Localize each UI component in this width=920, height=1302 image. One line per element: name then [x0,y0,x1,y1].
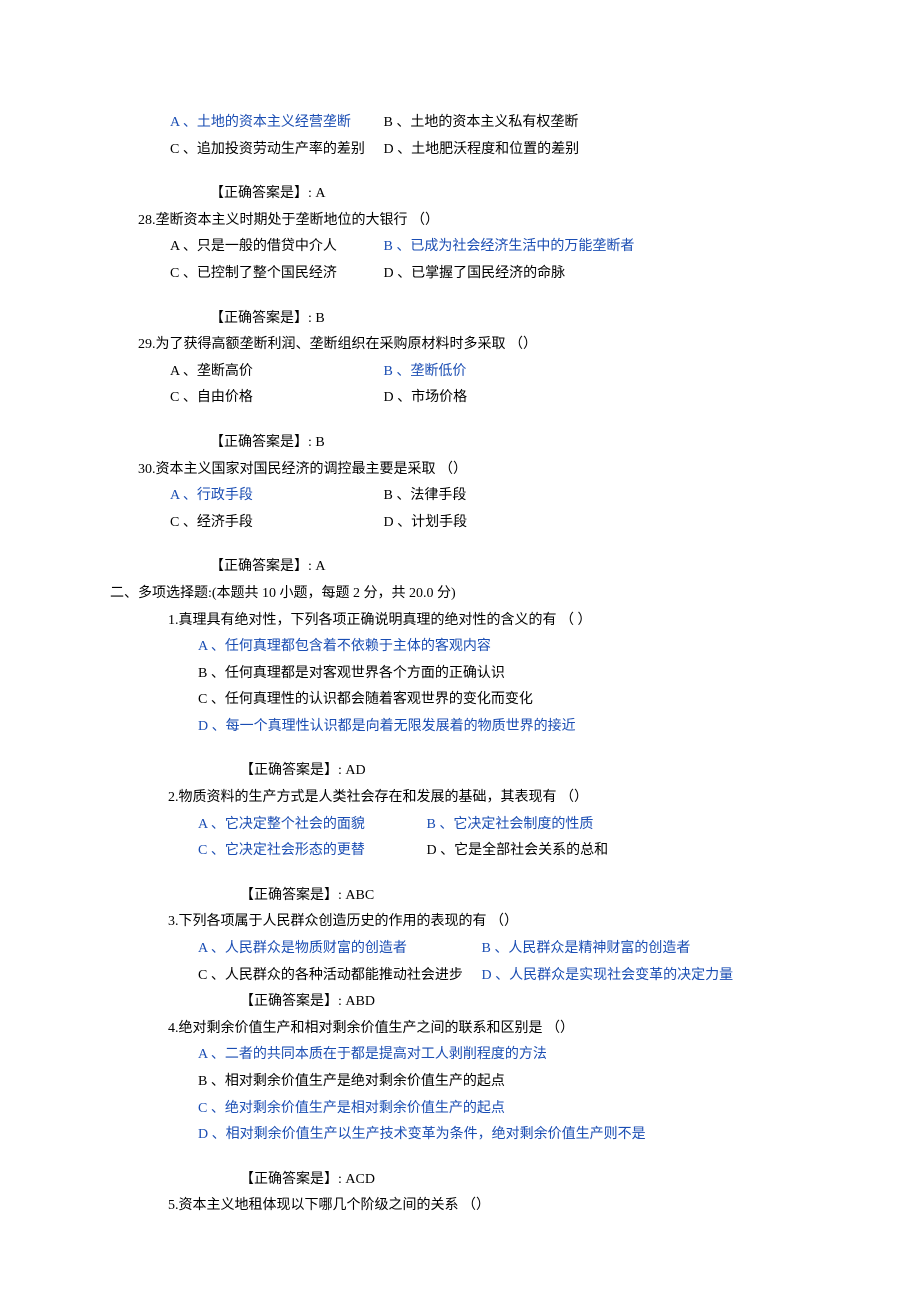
m2-options-row1: A 、它决定整个社会的面貌 B 、它决定社会制度的性质 [198,812,785,839]
q30-option-c: C 、经济手段 [170,510,380,537]
m4-option-a: A 、二者的共同本质在于都是提高对工人剥削程度的方法 [198,1042,785,1069]
m1-answer: 【正确答案是】: AD [240,758,785,785]
m4-option-d: D 、相对剩余价值生产以生产技术变革为条件，绝对剩余价值生产则不是 [198,1122,785,1149]
q28-stem: 28.垄断资本主义时期处于垄断地位的大银行 （） [138,208,785,235]
m1-option-c: C 、任何真理性的认识都会随着客观世界的变化而变化 [198,687,785,714]
q29-option-a: A 、垄断高价 [170,359,380,386]
q30-answer: 【正确答案是】: A [210,554,785,581]
q29-answer: 【正确答案是】: B [210,430,785,457]
section2-title: 二、多项选择题:(本题共 10 小题，每题 2 分，共 20.0 分) [110,581,785,608]
q30-stem: 30.资本主义国家对国民经济的调控最主要是采取 （） [138,457,785,484]
m2-option-c: C 、它决定社会形态的更替 [198,838,423,865]
q29-options-row1: A 、垄断高价 B 、垄断低价 [170,359,785,386]
m1-option-b: B 、任何真理都是对客观世界各个方面的正确认识 [198,661,785,688]
m2-stem: 2.物质资料的生产方式是人类社会存在和发展的基础，其表现有 （） [168,785,785,812]
q30-options-row1: A 、行政手段 B 、法律手段 [170,483,785,510]
q28-option-d: D 、已掌握了国民经济的命脉 [384,261,566,288]
m3-option-d: D 、人民群众是实现社会变革的决定力量 [482,963,734,990]
q28-options-row1: A 、只是一般的借贷中介人 B 、已成为社会经济生活中的万能垄断者 [170,234,785,261]
m1-option-a: A 、任何真理都包含着不依赖于主体的客观内容 [198,634,785,661]
m3-options-row2: C 、人民群众的各种活动都能推动社会进步 D 、人民群众是实现社会变革的决定力量 [198,963,785,990]
m1-stem: 1.真理具有绝对性，下列各项正确说明真理的绝对性的含义的有 （ ） [168,608,785,635]
m3-option-c: C 、人民群众的各种活动都能推动社会进步 [198,963,478,990]
q28-option-b: B 、已成为社会经济生活中的万能垄断者 [384,234,635,261]
q28-answer: 【正确答案是】: B [210,306,785,333]
q27-option-b: B 、土地的资本主义私有权垄断 [384,110,594,137]
m2-option-b: B 、它决定社会制度的性质 [427,812,594,839]
q30-option-b: B 、法律手段 [384,483,467,510]
q27-options-row2: C 、追加投资劳动生产率的差别 D 、土地肥沃程度和位置的差别 [170,137,785,164]
m2-option-a: A 、它决定整个社会的面貌 [198,812,423,839]
q29-option-c: C 、自由价格 [170,385,380,412]
m2-options-row2: C 、它决定社会形态的更替 D 、它是全部社会关系的总和 [198,838,785,865]
document-page: A 、土地的资本主义经营垄断 B 、土地的资本主义私有权垄断 C 、追加投资劳动… [0,0,920,1280]
m3-answer: 【正确答案是】: ABD [240,989,785,1016]
m3-stem: 3.下列各项属于人民群众创造历史的作用的表现的有 （） [168,909,785,936]
m1-option-d: D 、每一个真理性认识都是向着无限发展着的物质世界的接近 [198,714,785,741]
q29-options-row2: C 、自由价格 D 、市场价格 [170,385,785,412]
m4-option-c: C 、绝对剩余价值生产是相对剩余价值生产的起点 [198,1096,785,1123]
q30-option-a: A 、行政手段 [170,483,380,510]
m5-stem: 5.资本主义地租体现以下哪几个阶级之间的关系 （） [168,1193,785,1220]
m4-stem: 4.绝对剩余价值生产和相对剩余价值生产之间的联系和区别是 （） [168,1016,785,1043]
q30-option-d: D 、计划手段 [384,510,468,537]
q27-answer: 【正确答案是】: A [210,181,785,208]
q28-options-row2: C 、已控制了整个国民经济 D 、已掌握了国民经济的命脉 [170,261,785,288]
q29-stem: 29.为了获得高额垄断利润、垄断组织在采购原材料时多采取 （） [138,332,785,359]
q27-options-row1: A 、土地的资本主义经营垄断 B 、土地的资本主义私有权垄断 [170,110,785,137]
m2-option-d: D 、它是全部社会关系的总和 [427,838,609,865]
q27-option-a: A 、土地的资本主义经营垄断 [170,110,380,137]
q27-option-c: C 、追加投资劳动生产率的差别 [170,137,380,164]
q27-option-d: D 、土地肥沃程度和位置的差别 [384,137,594,164]
q28-option-c: C 、已控制了整个国民经济 [170,261,380,288]
q30-options-row2: C 、经济手段 D 、计划手段 [170,510,785,537]
q29-option-d: D 、市场价格 [384,385,468,412]
m3-options-row1: A 、人民群众是物质财富的创造者 B 、人民群众是精神财富的创造者 [198,936,785,963]
q28-option-a: A 、只是一般的借贷中介人 [170,234,380,261]
m4-option-b: B 、相对剩余价值生产是绝对剩余价值生产的起点 [198,1069,785,1096]
q29-option-b: B 、垄断低价 [384,359,467,386]
m2-answer: 【正确答案是】: ABC [240,883,785,910]
m3-option-b: B 、人民群众是精神财富的创造者 [482,936,691,963]
m4-answer: 【正确答案是】: ACD [240,1167,785,1194]
m3-option-a: A 、人民群众是物质财富的创造者 [198,936,478,963]
